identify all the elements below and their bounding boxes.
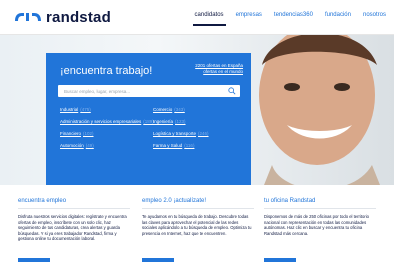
nav-item-fundacion[interactable]: fundación	[325, 12, 351, 18]
top-bar: randstad candidatos empresas tendencias3…	[0, 0, 394, 35]
section-text: Disfruta nuestros servicios digitales: r…	[18, 214, 127, 242]
nav-item-candidatos[interactable]: candidatos	[195, 12, 224, 18]
search-box	[58, 85, 240, 97]
search-title: ¡encuentra trabajo!	[60, 65, 153, 77]
divider	[142, 208, 254, 209]
nav-active-indicator	[192, 24, 226, 26]
hero-banner: ¡encuentra trabajo! 2201 ofertas en Espa…	[0, 35, 394, 185]
search-icon[interactable]	[228, 87, 236, 95]
offers-links: 2201 ofertas en España ofertas en el mun…	[195, 63, 243, 75]
section-encuentra-empleo: encuentra empleo Disfruta nuestros servi…	[18, 198, 130, 242]
section-empleo-2-0: empleo 2.0 ¡actualízate! Te ayudamos en …	[142, 198, 254, 236]
category-link[interactable]: Industrial (475)	[60, 107, 152, 117]
section-title[interactable]: encuentra empleo	[18, 198, 130, 204]
tu-oficina-button[interactable]	[264, 258, 296, 262]
randstad-logo[interactable]: randstad	[14, 8, 111, 26]
brand-name: randstad	[46, 8, 111, 26]
job-search-panel: ¡encuentra trabajo! 2201 ofertas en Espa…	[46, 53, 251, 185]
encuentra-empleo-button[interactable]	[18, 258, 50, 262]
category-link[interactable]: Automoción (49)	[60, 143, 152, 153]
randstad-logo-mark-icon	[15, 13, 41, 21]
offers-world-link[interactable]: ofertas en el mundo	[195, 69, 243, 75]
nav-item-nosotros[interactable]: nosotros	[363, 12, 386, 18]
category-link[interactable]: Ingeniería (123)	[153, 119, 245, 129]
section-tu-oficina: tu oficina Randstad Disponemos de más de…	[264, 198, 376, 236]
section-title[interactable]: tu oficina Randstad	[264, 198, 376, 204]
search-input[interactable]	[64, 85, 224, 97]
nav-item-empresas[interactable]: empresas	[236, 12, 262, 18]
divider	[264, 208, 376, 209]
empleo-2-0-button[interactable]	[142, 258, 174, 262]
category-link[interactable]: Farma y Salud (116)	[153, 143, 245, 153]
category-list: Industrial (475) Comercio (343) Administra…	[60, 107, 245, 155]
main-nav: candidatos empresas tendencias360 fundac…	[192, 12, 386, 26]
section-title[interactable]: empleo 2.0 ¡actualízate!	[142, 198, 254, 204]
nav-item-tendencias360[interactable]: tendencias360	[274, 12, 313, 18]
category-link[interactable]: Logística y transporte (246)	[153, 131, 245, 141]
section-text: Disponemos de más de 250 oficinas por to…	[264, 214, 369, 236]
section-text: Te ayudamos en tu búsqueda de trabajo. D…	[142, 214, 252, 236]
category-link[interactable]: Comercio (343)	[153, 107, 245, 117]
category-link[interactable]: Administración y servicios empresariales…	[60, 119, 154, 129]
category-link[interactable]: Financiero (102)	[60, 131, 152, 141]
divider	[18, 208, 130, 209]
